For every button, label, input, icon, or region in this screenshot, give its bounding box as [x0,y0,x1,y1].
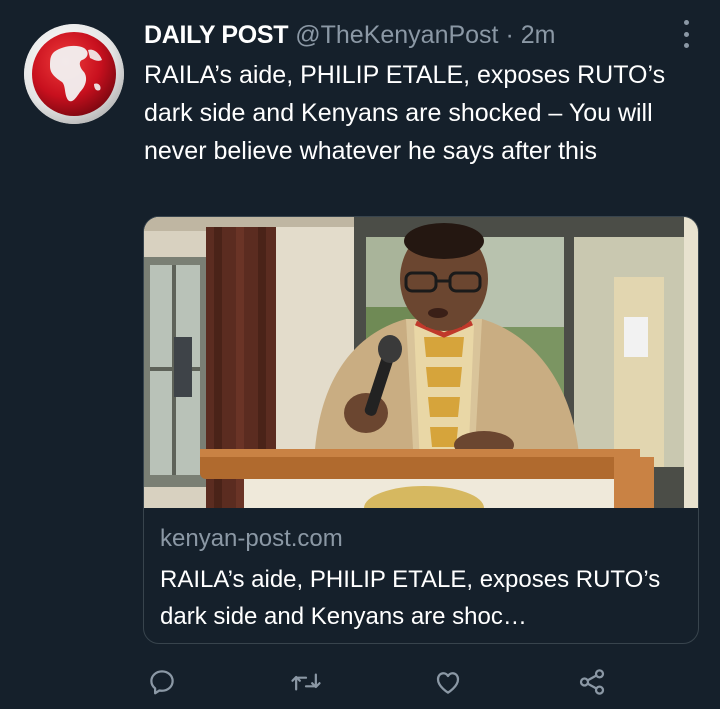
link-card[interactable]: kenyan-post.com RAILA’s aide, PHILIP ETA… [143,216,699,644]
reply-button[interactable] [146,666,178,698]
like-icon [436,672,460,694]
card-photo [144,217,698,508]
tweet-timestamp[interactable]: 2m [521,21,556,49]
share-icon [579,669,605,695]
tweet-text: RAILA’s aide, PHILIP ETALE, exposes RUTO… [144,61,666,165]
more-dot [683,43,689,48]
more-options-icon[interactable] [680,20,692,48]
retweet-icon [291,673,321,691]
more-dot [683,20,689,25]
card-image[interactable] [144,217,698,508]
header-separator: · [505,21,514,49]
more-dot [683,31,689,37]
author-name[interactable]: DAILY POST [144,21,289,49]
author-avatar[interactable] [24,24,124,124]
like-button[interactable] [432,666,464,698]
card-title: RAILA’s aide, PHILIP ETALE, exposes RUTO… [160,566,661,630]
globe-logo-icon [24,24,124,124]
retweet-button[interactable] [290,666,322,698]
share-button[interactable] [576,666,608,698]
card-domain: kenyan-post.com [160,525,343,552]
tweet-header: DAILY POST @TheKenyanPost · 2m [144,18,660,52]
tweet-actions [0,660,720,704]
author-handle[interactable]: @TheKenyanPost [295,21,498,49]
reply-icon [150,670,174,695]
